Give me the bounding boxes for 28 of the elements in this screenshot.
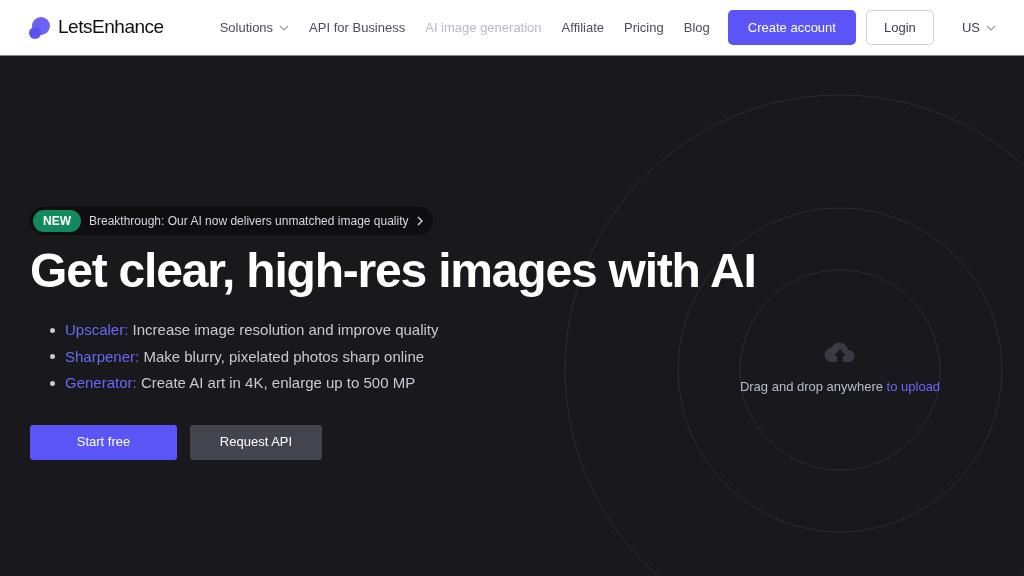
cloud-upload-icon bbox=[824, 341, 856, 363]
chevron-down-icon bbox=[986, 24, 996, 31]
feature-text: Generator: Create AI art in 4K, enlarge up to 500 MP bbox=[65, 373, 416, 393]
region-selector[interactable]: US bbox=[961, 17, 996, 38]
new-badge: NEW bbox=[33, 210, 81, 232]
create-account-button[interactable]: Create account bbox=[727, 10, 856, 45]
upload-link[interactable]: to upload bbox=[886, 379, 941, 394]
hero-title: Get clear, high-res images with AI bbox=[30, 243, 756, 299]
nav-link[interactable]: API for Business bbox=[309, 17, 406, 38]
announcement-text: Breakthrough: Our AI now delivers unmatched image quality bbox=[89, 213, 409, 230]
bullet-icon bbox=[50, 380, 55, 386]
feature-text: Upscaler: Increase image resolution and improve quality bbox=[65, 320, 439, 340]
feature-text: Sharpener: Make blurry, pixelated photos sharp online bbox=[65, 346, 425, 367]
bullet-icon bbox=[50, 327, 55, 333]
logo-icon bbox=[28, 15, 52, 40]
nav-link[interactable]: Affiliate bbox=[561, 17, 604, 38]
nav-link[interactable]: Blog bbox=[683, 17, 710, 38]
login-button[interactable]: Login bbox=[865, 10, 934, 45]
nav-link[interactable]: Solutions bbox=[219, 17, 290, 38]
chevron-right-icon bbox=[416, 216, 423, 226]
nav-link[interactable]: Pricing bbox=[624, 17, 664, 38]
announcement-banner[interactable]: NEW Breakthrough: Our AI now delivers unmatched image quality bbox=[30, 207, 433, 235]
start-free-button[interactable]: Start free bbox=[30, 424, 177, 460]
logo-text[interactable]: LetsEnhance bbox=[58, 13, 164, 42]
request-api-button[interactable]: Request API bbox=[190, 424, 322, 460]
bullet-icon bbox=[50, 354, 55, 360]
chevron-down-icon bbox=[279, 24, 290, 31]
upload-hint: Drag and drop anywhere to upload bbox=[739, 378, 941, 396]
